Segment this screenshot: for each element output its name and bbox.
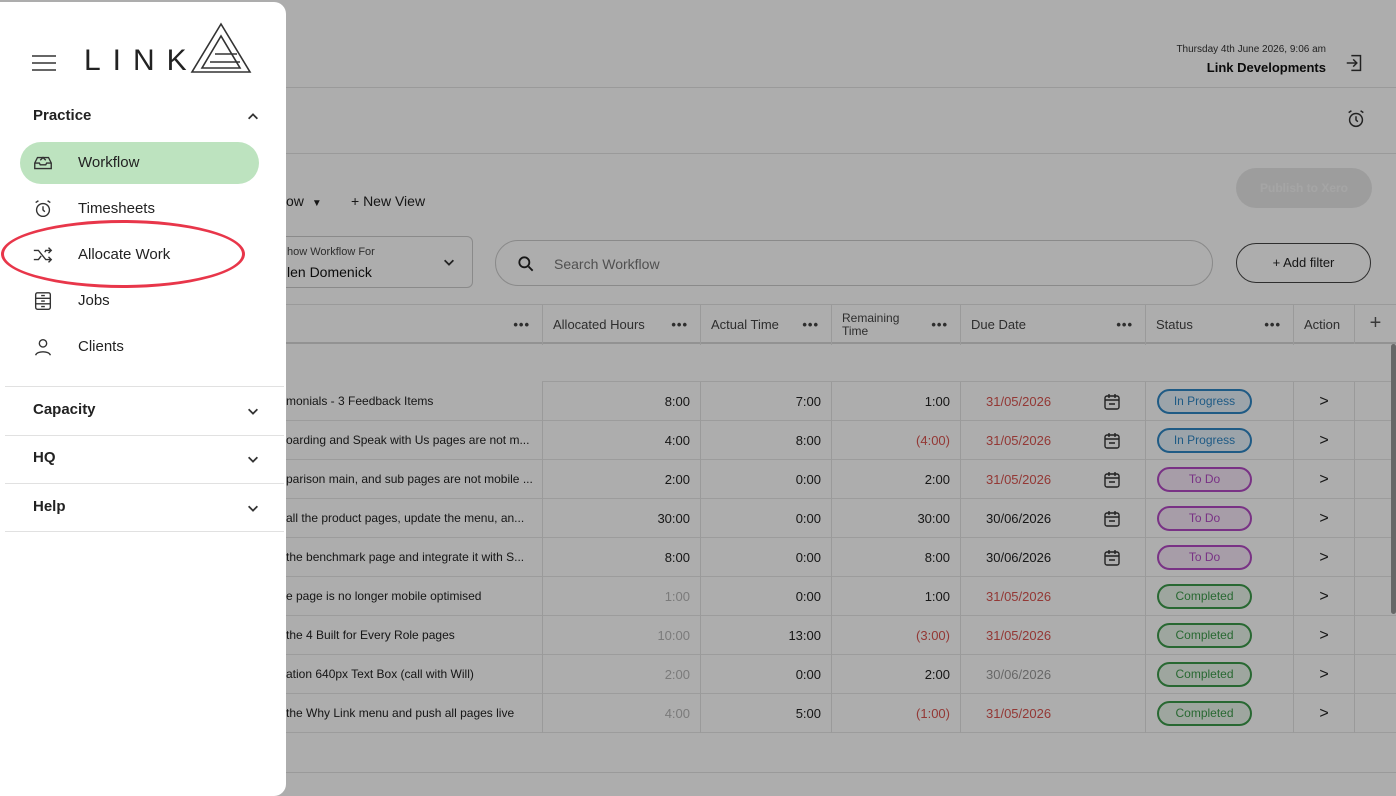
section-label: HQ — [33, 449, 56, 466]
section-label: Practice — [33, 107, 92, 124]
link-logo-icon — [190, 22, 252, 73]
section-hq[interactable]: HQ — [5, 436, 284, 484]
sidebar-item-label: Jobs — [78, 292, 110, 309]
section-capacity[interactable]: Capacity — [5, 388, 284, 436]
section-help[interactable]: Help — [5, 485, 284, 533]
section-label: Help — [33, 498, 66, 515]
hamburger-menu-icon[interactable] — [32, 54, 56, 72]
divider — [5, 531, 284, 532]
sidebar-item-label: Timesheets — [78, 200, 155, 217]
section-label: Capacity — [33, 401, 96, 418]
inbox-tray-icon — [34, 156, 52, 170]
sidebar-item-clients[interactable]: Clients — [20, 326, 259, 368]
alarm-clock-icon — [35, 200, 51, 218]
chevron-down-icon — [248, 408, 258, 415]
person-icon — [34, 338, 52, 356]
chevron-down-icon — [248, 505, 258, 512]
sidebar-item-label: Workflow — [78, 154, 140, 171]
chevron-up-icon — [248, 113, 258, 120]
highlight-annotation — [1, 220, 245, 288]
stack-icon — [34, 292, 52, 310]
sidebar-item-workflow[interactable]: Workflow — [20, 142, 259, 184]
sidebar-item-label: Clients — [78, 338, 124, 355]
brand-logo-text[interactable]: LINK — [84, 44, 199, 78]
divider — [5, 386, 284, 387]
sidebar-drawer: LINK Practice Workflow Timesheets Alloca… — [0, 2, 286, 796]
divider — [5, 483, 284, 484]
chevron-down-icon — [248, 456, 258, 463]
section-practice[interactable]: Practice — [5, 94, 284, 142]
